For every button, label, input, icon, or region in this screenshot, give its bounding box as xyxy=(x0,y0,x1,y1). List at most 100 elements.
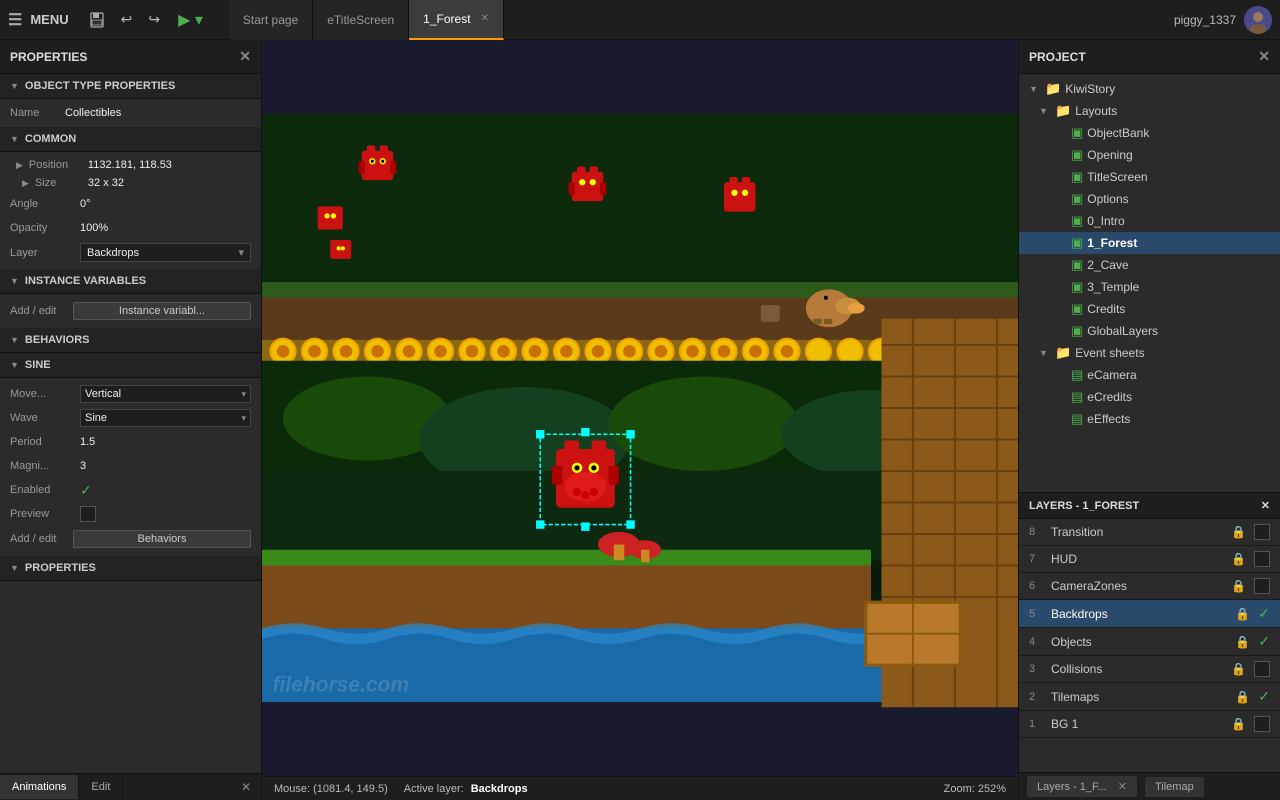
expand-arrow-icon: ▶ xyxy=(16,160,23,171)
section-properties[interactable]: ▼ PROPERTIES xyxy=(0,556,261,581)
size-label: Size xyxy=(35,177,84,189)
play-button[interactable]: ▶ ▾ xyxy=(170,6,211,34)
tree-item-titlescreen[interactable]: ▣ TitleScreen xyxy=(1019,166,1280,188)
layer-name: Backdrops xyxy=(1051,607,1227,621)
project-close-icon[interactable]: ✕ xyxy=(1258,48,1270,65)
layer-lock-icon[interactable]: 🔒 xyxy=(1235,690,1250,704)
layer-lock-icon[interactable]: 🔒 xyxy=(1231,525,1246,539)
layer-visibility-checkbox[interactable] xyxy=(1254,551,1270,567)
layer-select[interactable]: Backdrops ▾ xyxy=(80,243,251,262)
layer-visibility-checkbox[interactable] xyxy=(1254,524,1270,540)
wave-select[interactable]: Sine ▾ xyxy=(80,409,251,427)
tree-item-0intro[interactable]: ▣ 0_Intro xyxy=(1019,210,1280,232)
tree-label: 1_Forest xyxy=(1087,236,1137,250)
layer-row-tilemaps[interactable]: 2 Tilemaps 🔒 ✓ xyxy=(1019,683,1280,711)
section-object-type[interactable]: ▼ OBJECT TYPE PROPERTIES xyxy=(0,74,261,99)
game-scene-svg: filehorse.com xyxy=(262,40,1018,776)
tree-expand-icon: ▼ xyxy=(1039,348,1051,358)
layer-row-backdrops[interactable]: 5 Backdrops 🔒 ✓ xyxy=(1019,600,1280,628)
tree-item-ecredits[interactable]: ▤ eCredits xyxy=(1019,386,1280,408)
section-title: SINE xyxy=(25,359,51,371)
layer-row-collisions[interactable]: 3 Collisions 🔒 xyxy=(1019,656,1280,683)
layers-tab-close-icon[interactable]: ✕ xyxy=(1118,781,1127,793)
section-sine[interactable]: ▼ SINE xyxy=(0,353,261,378)
magni-value: 3 xyxy=(80,460,251,472)
tree-label: Options xyxy=(1087,192,1128,206)
tree-item-3temple[interactable]: ▣ 3_Temple xyxy=(1019,276,1280,298)
layer-lock-icon[interactable]: 🔒 xyxy=(1231,717,1246,731)
layer-visibility-checkbox[interactable]: ✓ xyxy=(1258,633,1270,650)
layer-name: Objects xyxy=(1051,635,1227,649)
name-value: Collectibles xyxy=(65,107,121,119)
tree-item-ecamera[interactable]: ▤ eCamera xyxy=(1019,364,1280,386)
tree-item-eeffects[interactable]: ▤ eEffects xyxy=(1019,408,1280,430)
right-panel: PROJECT ✕ ▼ 📁 KiwiStory ▼ 📁 Layouts xyxy=(1018,40,1280,800)
enabled-checkbox[interactable]: ✓ xyxy=(80,482,92,499)
layer-lock-icon[interactable]: 🔒 xyxy=(1231,579,1246,593)
tab-start-page[interactable]: Start page xyxy=(229,0,313,40)
tree-item-2cave[interactable]: ▣ 2_Cave xyxy=(1019,254,1280,276)
left-panel-close-icon[interactable]: ✕ xyxy=(231,774,261,800)
layer-row-camerazones[interactable]: 6 CameraZones 🔒 xyxy=(1019,573,1280,600)
edit-tab[interactable]: Edit xyxy=(79,775,123,799)
tree-eventsheets-folder[interactable]: ▼ 📁 Event sheets xyxy=(1019,342,1280,364)
tree-expand-icon: ▼ xyxy=(1039,106,1051,116)
preview-checkbox[interactable] xyxy=(80,506,96,522)
layer-visibility-checkbox[interactable] xyxy=(1254,661,1270,677)
tree-eventsheets-label: Event sheets xyxy=(1075,346,1144,360)
top-bar: ☰ MENU ↩ ↪ ▶ ▾ Start page eTitleScreen 1… xyxy=(0,0,1280,40)
layer-row-objects[interactable]: 4 Objects 🔒 ✓ xyxy=(1019,628,1280,656)
layout-icon: ▣ xyxy=(1071,323,1083,339)
avatar[interactable] xyxy=(1244,6,1272,34)
undo-button[interactable]: ↩ xyxy=(115,7,139,32)
properties-close-icon[interactable]: ✕ xyxy=(239,48,251,65)
layout-icon: ▣ xyxy=(1071,125,1083,141)
section-arrow-icon: ▼ xyxy=(10,360,19,370)
layers-panel: LAYERS - 1_FOREST ✕ 8 Transition 🔒 7 HUD… xyxy=(1019,492,1280,772)
redo-button[interactable]: ↪ xyxy=(142,7,166,32)
wave-label: Wave xyxy=(10,412,80,424)
tree-item-globallayers[interactable]: ▣ GlobalLayers xyxy=(1019,320,1280,342)
section-common[interactable]: ▼ COMMON xyxy=(0,127,261,152)
tree-item-1forest[interactable]: ▣ 1_Forest xyxy=(1019,232,1280,254)
layer-lock-icon[interactable]: 🔒 xyxy=(1235,607,1250,621)
layer-visibility-checkbox[interactable] xyxy=(1254,578,1270,594)
layer-row-hud[interactable]: 7 HUD 🔒 xyxy=(1019,546,1280,573)
tab-close-icon[interactable]: ✕ xyxy=(481,13,489,24)
behaviors-button[interactable]: Behaviors xyxy=(73,530,251,548)
layers-bottom-tab[interactable]: Layers - 1_F... ✕ xyxy=(1027,776,1137,797)
tab-etitlescreen[interactable]: eTitleScreen xyxy=(313,0,409,40)
instance-variables-button[interactable]: Instance variabl... xyxy=(73,302,251,320)
layer-row-transition[interactable]: 8 Transition 🔒 xyxy=(1019,519,1280,546)
layer-row-bg1[interactable]: 1 BG 1 🔒 xyxy=(1019,711,1280,738)
layer-name: CameraZones xyxy=(1051,579,1223,593)
section-behaviors[interactable]: ▼ BEHAVIORS xyxy=(0,328,261,353)
layer-lock-icon[interactable]: 🔒 xyxy=(1231,552,1246,566)
layer-lock-icon[interactable]: 🔒 xyxy=(1231,662,1246,676)
position-value: 1132.181, 118.53 xyxy=(88,159,172,171)
save-button[interactable] xyxy=(83,8,111,32)
tree-item-credits[interactable]: ▣ Credits xyxy=(1019,298,1280,320)
tree-root[interactable]: ▼ 📁 KiwiStory xyxy=(1019,78,1280,100)
bottom-bar: Layers - 1_F... ✕ Tilemap xyxy=(1019,772,1280,800)
game-canvas[interactable]: filehorse.com xyxy=(262,40,1018,776)
layer-visibility-checkbox[interactable]: ✓ xyxy=(1258,688,1270,705)
layout-icon: ▣ xyxy=(1071,279,1083,295)
layer-visibility-checkbox[interactable]: ✓ xyxy=(1258,605,1270,622)
tree-item-options[interactable]: ▣ Options xyxy=(1019,188,1280,210)
section-instance-variables[interactable]: ▼ INSTANCE VARIABLES xyxy=(0,269,261,294)
layer-lock-icon[interactable]: 🔒 xyxy=(1235,635,1250,649)
tab-1forest[interactable]: 1_Forest ✕ xyxy=(409,0,504,40)
tree-item-opening[interactable]: ▣ Opening xyxy=(1019,144,1280,166)
tree-label: Opening xyxy=(1087,148,1132,162)
move-label: Move... xyxy=(10,388,80,400)
instance-variables-body: Add / edit Instance variabl... xyxy=(0,294,261,328)
menu-button[interactable]: ☰ MENU xyxy=(8,10,69,30)
animations-tab[interactable]: Animations xyxy=(0,775,79,799)
move-select[interactable]: Vertical ▾ xyxy=(80,385,251,403)
tree-layouts-folder[interactable]: ▼ 📁 Layouts xyxy=(1019,100,1280,122)
tree-item-objectbank[interactable]: ▣ ObjectBank xyxy=(1019,122,1280,144)
layer-visibility-checkbox[interactable] xyxy=(1254,716,1270,732)
layers-close-icon[interactable]: ✕ xyxy=(1261,499,1270,512)
tilemap-bottom-tab[interactable]: Tilemap xyxy=(1145,777,1204,797)
